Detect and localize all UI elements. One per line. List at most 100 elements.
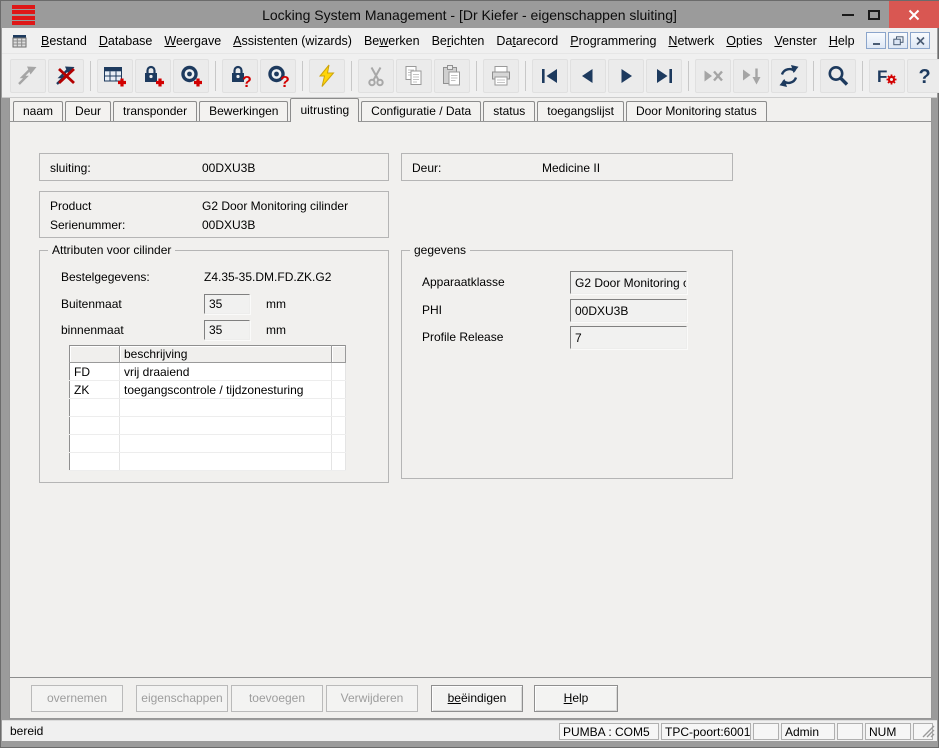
menu-opties[interactable]: Opties <box>720 34 768 48</box>
attr-code: ZK <box>69 380 120 399</box>
lightning-icon <box>318 64 335 87</box>
copy-button[interactable] <box>396 58 432 93</box>
apply-button[interactable]: overnemen <box>31 685 123 712</box>
binnenmaat-unit: mm <box>266 323 286 337</box>
next-record-button[interactable] <box>608 58 644 93</box>
apparaatklasse-input[interactable] <box>570 271 687 294</box>
menu-help[interactable]: Help <box>823 34 861 48</box>
tab-toegangslijst[interactable]: toegangslijst <box>537 101 624 121</box>
tab-uitrusting[interactable]: uitrusting <box>290 98 360 122</box>
menu-datarecord[interactable]: Datarecord <box>490 34 564 48</box>
first-record-button[interactable] <box>532 58 568 93</box>
table-row-empty <box>69 434 346 453</box>
finish-button[interactable]: beëindigen <box>431 685 523 712</box>
attributen-table[interactable]: beschrijving FD vrij draaiend ZK toegang… <box>69 345 346 471</box>
apparaatklasse-label: Apparaatklasse <box>422 275 505 289</box>
menu-netwerk[interactable]: Netwerk <box>662 34 720 48</box>
sluiting-value: 00DXU3B <box>202 161 256 175</box>
new-lock-button[interactable] <box>135 58 171 93</box>
page-footer-divider <box>10 677 931 678</box>
mdi-minimize-button[interactable] <box>866 32 886 49</box>
tab-naam[interactable]: naam <box>13 101 64 121</box>
table-row[interactable]: ZK toegangscontrole / tijdzonesturing <box>69 380 346 399</box>
print-button[interactable] <box>483 58 519 93</box>
menu-programmering[interactable]: Programmering <box>564 34 662 48</box>
phi-input[interactable] <box>570 299 687 322</box>
mdi-restore-icon <box>892 35 903 45</box>
deur-value: Medicine II <box>542 161 601 175</box>
menu-bewerken[interactable]: Bewerken <box>358 34 426 48</box>
menu-assistenten[interactable]: Assistenten (wizards) <box>227 34 358 48</box>
close-button[interactable] <box>889 1 939 28</box>
tab-door-monitoring-status[interactable]: Door Monitoring status <box>625 101 767 121</box>
paste-button[interactable] <box>434 58 470 93</box>
binnenmaat-input[interactable] <box>204 320 250 340</box>
svg-text:?: ? <box>280 74 290 88</box>
app-window: Locking System Management - [Dr Kiefer -… <box>0 0 939 748</box>
read-transponder-button[interactable]: ? <box>260 58 296 93</box>
tab-configuratie-data[interactable]: Configuratie / Data <box>361 101 482 121</box>
attr-code: FD <box>69 362 120 381</box>
cancel-record-button[interactable] <box>695 58 731 93</box>
new-locking-system-button[interactable] <box>97 58 133 93</box>
table-row-empty <box>69 452 346 471</box>
maximize-button[interactable] <box>861 1 887 28</box>
menu-berichten[interactable]: Berichten <box>426 34 491 48</box>
search-button[interactable] <box>820 58 856 93</box>
resize-grip[interactable] <box>922 725 935 738</box>
menu-bestand[interactable]: Bestand <box>35 34 93 48</box>
read-lock-button[interactable]: ? <box>222 58 258 93</box>
cut-button[interactable] <box>358 58 394 93</box>
status-empty-panel <box>753 723 779 740</box>
menu-database[interactable]: Database <box>93 34 159 48</box>
delete-button[interactable]: Verwijderen <box>326 685 418 712</box>
login-arrow-icon <box>18 66 37 85</box>
help-button-toolbar[interactable]: ? <box>907 58 939 93</box>
record-down-button[interactable] <box>733 58 769 93</box>
mdi-close-button[interactable] <box>910 32 930 49</box>
previous-record-button[interactable] <box>570 58 606 93</box>
add-button[interactable]: toevoegen <box>231 685 323 712</box>
login-button[interactable] <box>10 58 46 93</box>
filter-button[interactable]: F <box>869 58 905 93</box>
next-record-icon <box>621 68 632 83</box>
tab-status[interactable]: status <box>483 101 536 121</box>
paste-icon <box>443 64 460 85</box>
menu-weergave[interactable]: Weergave <box>158 34 227 48</box>
attr-beschrijving: toegangscontrole / tijdzonesturing <box>119 380 332 399</box>
profile-release-input[interactable] <box>570 326 687 349</box>
last-record-button[interactable] <box>646 58 682 93</box>
logout-button[interactable] <box>48 58 84 93</box>
program-button[interactable] <box>309 58 345 93</box>
gegevens-group: gegevens Apparaatklasse PHI Profile Rele… <box>401 243 733 479</box>
help-button[interactable]: Help <box>534 685 618 712</box>
properties-button[interactable]: eigenschappen <box>136 685 228 712</box>
bestelgegevens-label: Bestelgegevens: <box>61 270 150 284</box>
attributen-group: Attributen voor cilinder Bestelgegevens:… <box>39 243 389 483</box>
transponder-question-icon: ? <box>268 65 290 88</box>
buitenmaat-input[interactable] <box>204 294 250 314</box>
tab-deur[interactable]: Deur <box>65 101 112 121</box>
table-row-empty <box>69 416 346 435</box>
record-down-icon <box>743 68 761 84</box>
deur-box: Deur: Medicine II <box>401 153 733 181</box>
status-text: bereid <box>10 724 44 738</box>
mdi-minimize-icon <box>872 42 880 45</box>
beschrijving-column-header: beschrijving <box>119 345 332 363</box>
tab-bewerkingen[interactable]: Bewerkingen <box>199 101 289 121</box>
refresh-button[interactable] <box>771 58 807 93</box>
mdi-restore-button[interactable] <box>888 32 908 49</box>
menu-venster[interactable]: Venster <box>768 34 822 48</box>
new-transponder-button[interactable] <box>173 58 209 93</box>
deur-label: Deur: <box>412 161 442 175</box>
statusbar: bereid PUMBA : COM5 TPC-poort:6001 Admin… <box>2 720 937 741</box>
tab-transponder[interactable]: transponder <box>113 101 198 121</box>
profile-release-label: Profile Release <box>422 330 504 344</box>
bestelgegevens-value: Z4.35-35.DM.FD.ZK.G2 <box>204 270 332 284</box>
window-title: Locking System Management - [Dr Kiefer -… <box>262 7 677 23</box>
table-row[interactable]: FD vrij draaiend <box>69 362 346 381</box>
serienummer-label: Serienummer: <box>50 218 126 232</box>
minimize-button[interactable] <box>835 1 861 28</box>
copy-icon <box>405 65 422 85</box>
transponder-plus-icon <box>181 65 202 86</box>
